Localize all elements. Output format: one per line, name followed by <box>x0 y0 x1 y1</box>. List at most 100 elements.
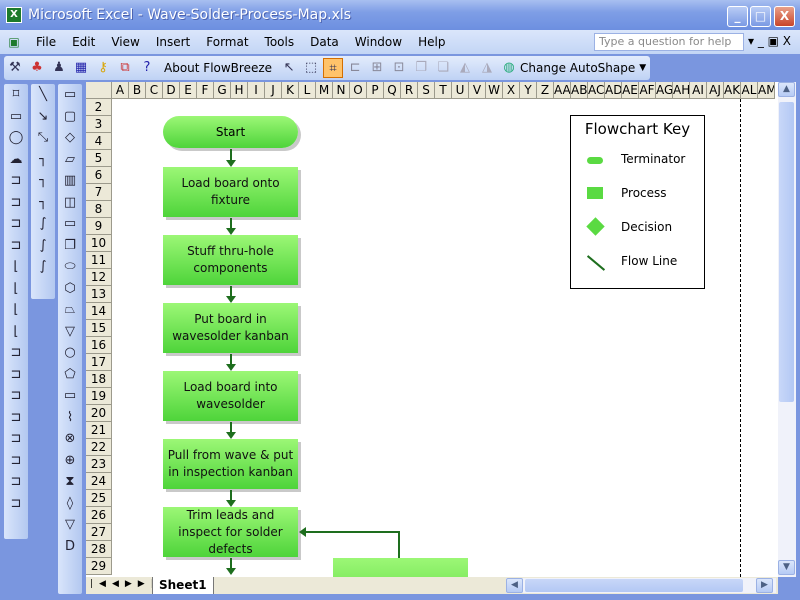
select-objects-icon[interactable]: ⬚ <box>301 58 321 78</box>
bring-front-icon[interactable]: ❐ <box>411 58 431 78</box>
row-header[interactable]: 11 <box>86 252 112 269</box>
help-search-input[interactable]: Type a question for help <box>594 33 744 51</box>
menu-insert[interactable]: Insert <box>156 35 190 49</box>
vertical-scroll-thumb[interactable] <box>779 102 794 402</box>
column-header[interactable]: J <box>265 82 282 99</box>
column-header[interactable]: AH <box>673 82 690 99</box>
row-header[interactable]: 26 <box>86 507 112 524</box>
decision-icon[interactable]: ◇ <box>58 127 82 149</box>
line-callout-icon[interactable]: ⊐ <box>4 471 28 493</box>
cloud-callout-icon[interactable]: ☁ <box>4 149 28 171</box>
arrow-connector-icon[interactable]: ↘ <box>31 106 55 128</box>
or-icon[interactable]: ⊕ <box>58 450 82 472</box>
row-header[interactable]: 7 <box>86 184 112 201</box>
column-header[interactable]: AM <box>758 82 775 99</box>
shapes-icon[interactable]: ♟ <box>49 58 69 78</box>
row-header[interactable]: 8 <box>86 201 112 218</box>
rotate-right-icon[interactable]: ◮ <box>477 58 497 78</box>
process-shape-icon[interactable]: ▭ <box>58 84 82 106</box>
column-header[interactable]: O <box>350 82 367 99</box>
column-header[interactable]: A <box>112 82 129 99</box>
line-callout-icon[interactable]: ⊐ <box>4 407 28 429</box>
column-header[interactable]: AE <box>622 82 639 99</box>
line-callout-icon[interactable]: ⊐ <box>4 385 28 407</box>
maximize-button[interactable]: □ <box>750 6 771 27</box>
curved-double-arrow-icon[interactable]: ∫ <box>31 256 55 278</box>
process-step[interactable]: Stuff thru-hole components <box>163 235 298 285</box>
dropdown-arrow-icon[interactable]: ▼ <box>639 63 646 73</box>
row-header[interactable]: 3 <box>86 116 112 133</box>
column-header[interactable]: AJ <box>707 82 724 99</box>
org-chart-icon[interactable]: ♣ <box>27 58 47 78</box>
worksheet-grid[interactable]: A B C D E F G H I J K L M N O P Q R S T U V W X Y Z AA AB AC AD AE AF AG… <box>86 82 778 577</box>
elbow-connector-icon[interactable]: ┐ <box>31 149 55 171</box>
callout-icon[interactable]: ⌑ <box>4 84 28 106</box>
menu-data[interactable]: Data <box>310 35 339 49</box>
sort-icon[interactable]: ◊ <box>58 493 82 515</box>
row-header[interactable]: 15 <box>86 320 112 337</box>
callout-icon[interactable]: ▭ <box>4 106 28 128</box>
curved-connector-icon[interactable]: ∫ <box>31 213 55 235</box>
row-header[interactable]: 16 <box>86 337 112 354</box>
tools-icon[interactable]: ⚒ <box>5 58 25 78</box>
card-icon[interactable]: ▭ <box>58 385 82 407</box>
double-arrow-connector-icon[interactable]: ⤡ <box>31 127 55 149</box>
line-callout-icon[interactable]: ⊐ <box>4 364 28 386</box>
line-callout-icon[interactable]: ⌊ <box>4 256 28 278</box>
row-header[interactable]: 18 <box>86 371 112 388</box>
straight-connector-icon[interactable]: ╲ <box>31 84 55 106</box>
column-header[interactable]: H <box>231 82 248 99</box>
send-back-icon[interactable]: ❏ <box>433 58 453 78</box>
column-header[interactable]: S <box>418 82 435 99</box>
row-header[interactable]: 4 <box>86 133 112 150</box>
minimize-button[interactable]: _ <box>727 6 748 27</box>
line-callout-icon[interactable]: ⊐ <box>4 428 28 450</box>
column-header[interactable]: E <box>180 82 197 99</box>
row-header[interactable]: 28 <box>86 541 112 558</box>
column-header[interactable]: AI <box>690 82 707 99</box>
row-header[interactable]: 21 <box>86 422 112 439</box>
preparation-icon[interactable]: ⬡ <box>58 278 82 300</box>
collate-icon[interactable]: ⧗ <box>58 471 82 493</box>
horizontal-scroll-thumb[interactable] <box>525 579 743 592</box>
row-header[interactable]: 10 <box>86 235 112 252</box>
column-header[interactable]: AA <box>554 82 571 99</box>
column-header[interactable]: M <box>316 82 333 99</box>
manual-input-icon[interactable]: ⏢ <box>58 299 82 321</box>
column-header[interactable]: AF <box>639 82 656 99</box>
column-header[interactable]: AC <box>588 82 605 99</box>
column-header[interactable]: K <box>282 82 299 99</box>
row-header[interactable]: 9 <box>86 218 112 235</box>
row-header[interactable]: 25 <box>86 490 112 507</box>
workbook-icon[interactable]: ▣ <box>0 35 28 49</box>
change-autoshape-button[interactable]: Change AutoShape <box>520 61 635 75</box>
column-header[interactable]: Z <box>537 82 554 99</box>
column-header[interactable]: F <box>197 82 214 99</box>
menu-help[interactable]: Help <box>418 35 445 49</box>
column-header[interactable]: C <box>146 82 163 99</box>
extract-icon[interactable]: ▽ <box>58 514 82 536</box>
column-header[interactable]: P <box>367 82 384 99</box>
start-terminator[interactable]: Start <box>163 116 298 148</box>
column-header[interactable]: R <box>401 82 418 99</box>
ungroup-icon[interactable]: ⊡ <box>389 58 409 78</box>
line-callout-icon[interactable]: ⊐ <box>4 170 28 192</box>
help-icon[interactable]: ? <box>137 58 157 78</box>
row-header[interactable]: 2 <box>86 99 112 116</box>
internal-storage-icon[interactable]: ◫ <box>58 192 82 214</box>
line-callout-icon[interactable]: ⊐ <box>4 342 28 364</box>
predefined-process-icon[interactable]: ▥ <box>58 170 82 192</box>
workbook-window-controls[interactable]: ▾ _ ▣ X <box>748 34 791 48</box>
row-header[interactable]: 29 <box>86 558 112 575</box>
line-callout-icon[interactable]: ⊐ <box>4 493 28 515</box>
tab-scroll-buttons[interactable]: |◀◀▶▶| <box>90 579 160 589</box>
connector-icon[interactable]: ⧉ <box>115 58 135 78</box>
elbow-double-arrow-icon[interactable]: ┐ <box>31 192 55 214</box>
column-header[interactable]: AD <box>605 82 622 99</box>
column-header[interactable]: T <box>435 82 452 99</box>
data-icon[interactable]: ▱ <box>58 149 82 171</box>
callout-icon[interactable]: ◯ <box>4 127 28 149</box>
line-callout-icon[interactable]: ⌊ <box>4 278 28 300</box>
scroll-up-button[interactable]: ▲ <box>778 82 795 97</box>
scroll-left-button[interactable]: ◀ <box>506 578 523 593</box>
